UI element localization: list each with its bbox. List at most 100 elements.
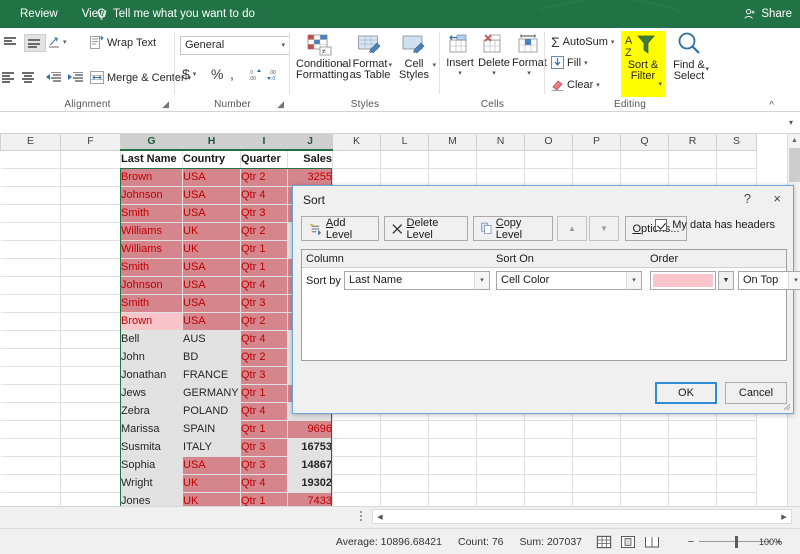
align-top-button[interactable] <box>4 36 18 48</box>
cell-last-name[interactable]: Wright <box>121 475 183 493</box>
cell-country[interactable]: SPAIN <box>183 421 241 439</box>
table-row[interactable]: SophiaUSAQtr 314867 <box>1 457 757 475</box>
column-header-e[interactable]: E <box>1 134 61 150</box>
cell-country[interactable]: USA <box>183 169 241 187</box>
cell-quarter[interactable]: Qtr 3 <box>241 457 288 475</box>
format-caret-icon[interactable]: ▾ <box>512 69 546 77</box>
cell-quarter[interactable]: Qtr 1 <box>241 259 288 277</box>
cell-last-name[interactable]: Smith <box>121 205 183 223</box>
sort-filter-button[interactable]: A Z Sort & Filter ▾ <box>621 31 665 97</box>
cell-quarter[interactable]: Qtr 3 <box>241 295 288 313</box>
cell-last-name[interactable]: Smith <box>121 259 183 277</box>
cell-quarter[interactable]: Qtr 4 <box>241 331 288 349</box>
format-as-table-caret-icon[interactable]: ▾ <box>388 61 392 69</box>
horizontal-scrollbar[interactable]: ◀ ▶ <box>372 509 792 524</box>
copy-level-button[interactable]: Copy Level <box>473 216 553 241</box>
split-handle[interactable] <box>358 509 364 525</box>
collapse-ribbon-button[interactable]: ^ <box>769 100 774 111</box>
column-header-i[interactable]: I <box>241 134 288 150</box>
clear-caret-icon[interactable]: ▾ <box>596 81 600 89</box>
conditional-formatting-button[interactable]: ≠ Conditional Formatting ▾ <box>296 34 344 81</box>
cell-country[interactable]: UK <box>183 475 241 493</box>
cell-last-name[interactable]: Jews <box>121 385 183 403</box>
autosum-caret-icon[interactable]: ▾ <box>611 38 615 46</box>
cell-quarter[interactable]: Qtr 2 <box>241 313 288 331</box>
increase-indent-button[interactable] <box>68 72 83 84</box>
cell-last-name[interactable]: Smith <box>121 295 183 313</box>
delete-caret-icon[interactable]: ▾ <box>478 69 510 77</box>
cell-quarter[interactable]: Qtr 1 <box>241 385 288 403</box>
cell-last-name[interactable]: Brown <box>121 313 183 331</box>
share-button[interactable]: Share <box>744 0 792 28</box>
cell-country[interactable]: USA <box>183 187 241 205</box>
cell-last-name[interactable]: Williams <box>121 241 183 259</box>
cell-country[interactable]: BD <box>183 349 241 367</box>
currency-caret-icon[interactable]: ▾ <box>193 70 197 78</box>
cell-country[interactable]: USA <box>183 277 241 295</box>
decrease-decimal-button[interactable]: .00 .0 <box>267 68 281 81</box>
cell-last-name[interactable]: Johnson <box>121 277 183 295</box>
cell-quarter[interactable]: Qtr 3 <box>241 367 288 385</box>
delete-level-button[interactable]: Delete Level <box>384 216 468 241</box>
cell-quarter[interactable]: Qtr 2 <box>241 223 288 241</box>
cell-quarter[interactable]: Qtr 1 <box>241 421 288 439</box>
cell-sales[interactable]: 14867 <box>288 457 333 475</box>
table-row[interactable]: JonesUKQtr 17433 <box>1 493 757 507</box>
cell-quarter[interactable]: Qtr 3 <box>241 205 288 223</box>
zoom-percentage[interactable]: 100% <box>759 537 782 547</box>
orientation-button[interactable]: ▾ <box>48 35 67 48</box>
table-row[interactable]: WrightUKQtr 419302 <box>1 475 757 493</box>
cell-styles-button[interactable]: Cell Styles ▾ <box>394 34 434 81</box>
cell-last-name[interactable]: Jonathan <box>121 367 183 385</box>
align-center-button[interactable] <box>22 72 36 84</box>
cell-quarter[interactable]: Qtr 4 <box>241 277 288 295</box>
cell-last-name[interactable]: Brown <box>121 169 183 187</box>
move-down-button[interactable]: ▼ <box>589 216 619 241</box>
fill-button[interactable]: Fill ▾ <box>551 56 588 69</box>
column-header-g[interactable]: G <box>121 134 183 150</box>
find-select-caret-icon[interactable]: ▾ <box>705 65 709 73</box>
page-break-view-button[interactable] <box>644 535 660 549</box>
cell-country[interactable]: UK <box>183 223 241 241</box>
column-header-p[interactable]: P <box>573 134 621 150</box>
ok-button[interactable]: OK <box>655 382 717 404</box>
zoom-control[interactable]: − + 100% <box>688 536 782 548</box>
normal-view-button[interactable] <box>596 535 612 549</box>
column-header-h[interactable]: H <box>183 134 241 150</box>
order-color-swatch[interactable] <box>650 271 716 290</box>
number-dialog-launcher[interactable]: ◢ <box>277 99 284 110</box>
clear-button[interactable]: Clear ▾ <box>551 78 600 91</box>
wrap-text-button[interactable]: Wrap Text <box>90 36 156 49</box>
sort-filter-caret-icon[interactable]: ▾ <box>658 80 662 88</box>
page-layout-view-button[interactable] <box>620 535 636 549</box>
header-cell-country[interactable]: Country <box>183 150 241 169</box>
zoom-knob[interactable] <box>735 536 738 548</box>
formula-bar-expand-icon[interactable]: ▾ <box>782 118 800 127</box>
move-up-button[interactable]: ▲ <box>557 216 587 241</box>
decrease-indent-button[interactable] <box>46 72 61 84</box>
table-row[interactable]: MarissaSPAINQtr 19696 <box>1 421 757 439</box>
sort-column-select[interactable]: Last Name ▾ <box>344 271 490 290</box>
column-header-k[interactable]: K <box>333 134 381 150</box>
cell-quarter[interactable]: Qtr 3 <box>241 439 288 457</box>
scroll-up-arrow-icon[interactable]: ▲ <box>788 134 800 147</box>
cell-quarter[interactable]: Qtr 4 <box>241 475 288 493</box>
cell-last-name[interactable]: Susmita <box>121 439 183 457</box>
cell-sales[interactable]: 7433 <box>288 493 333 507</box>
my-data-has-headers-checkbox[interactable]: My data has headers <box>655 219 775 231</box>
cell-quarter[interactable]: Qtr 2 <box>241 349 288 367</box>
help-icon[interactable]: ? <box>744 191 751 206</box>
cell-last-name[interactable]: Zebra <box>121 403 183 421</box>
format-as-table-button[interactable]: Format as Table ▾ <box>348 34 392 81</box>
comma-style-button[interactable]: , <box>230 66 234 82</box>
cell-styles-caret-icon[interactable]: ▾ <box>432 61 436 69</box>
cell-country[interactable]: AUS <box>183 331 241 349</box>
scroll-right-arrow-icon[interactable]: ▶ <box>777 513 791 521</box>
number-format-select[interactable]: General ▾ <box>180 36 290 55</box>
column-header-j[interactable]: J <box>288 134 333 150</box>
align-left-button[interactable] <box>2 72 16 84</box>
order-color-dropdown-button[interactable]: ▼ <box>718 271 734 290</box>
cell-quarter[interactable]: Qtr 1 <box>241 241 288 259</box>
horizontal-scroll-track[interactable] <box>387 510 777 523</box>
cell-last-name[interactable]: John <box>121 349 183 367</box>
